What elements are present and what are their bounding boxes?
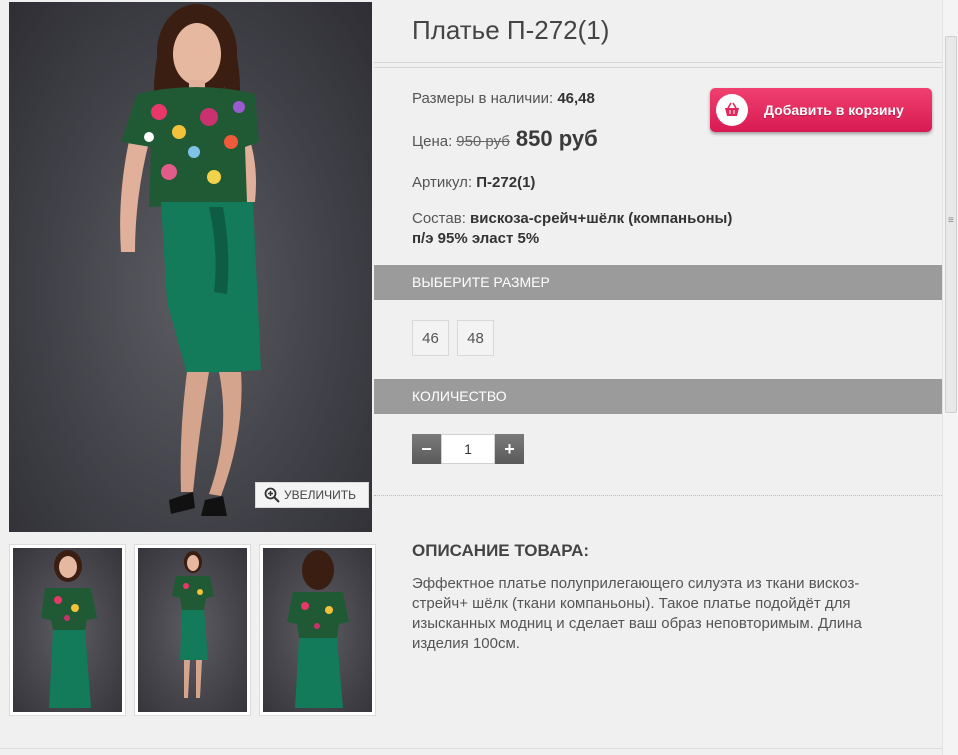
thumbnail-image: [287, 550, 349, 708]
description-text: Эффектное платье полуприлегающего силуэт…: [412, 575, 862, 652]
product-info: Платье П-272(1) Размеры в наличии: 46,48…: [374, 0, 942, 755]
old-price: 950 руб: [456, 133, 510, 150]
quantity-stepper: − +: [412, 434, 524, 464]
divider: [374, 62, 942, 63]
grip-icon: ≡: [948, 215, 954, 226]
quantity-header: КОЛИЧЕСТВО: [374, 379, 942, 414]
thumbnail-image: [41, 550, 97, 708]
thumbnail-2[interactable]: [134, 544, 251, 716]
price: Цена: 950 руб 850 руб: [412, 126, 598, 152]
sku-label: Артикул:: [412, 174, 473, 191]
composition-label: Состав:: [412, 210, 466, 227]
decrease-quantity-button[interactable]: −: [412, 434, 441, 464]
scrollbar[interactable]: ≡: [942, 0, 958, 755]
current-price: 850 руб: [515, 126, 598, 151]
thumbnail-image: [172, 551, 214, 698]
scrollbar-thumb[interactable]: ≡: [945, 36, 957, 413]
select-size-header: ВЫБЕРИТЕ РАЗМЕР: [374, 265, 942, 300]
price-label: Цена:: [412, 133, 453, 150]
magnifier-plus-icon: [264, 487, 280, 503]
description-title: ОПИСАНИЕ ТОВАРА:: [412, 541, 590, 560]
size-option-46[interactable]: 46: [412, 320, 449, 356]
main-product-photo[interactable]: УВЕЛИЧИТЬ: [9, 2, 372, 532]
model-photo: [120, 4, 261, 516]
thumbnail-strip: [9, 544, 376, 716]
available-sizes: Размеры в наличии: 46,48: [412, 90, 595, 107]
divider: [374, 495, 942, 496]
thumbnail-3[interactable]: [259, 544, 376, 716]
thumbnail-1[interactable]: [9, 544, 126, 716]
zoom-button[interactable]: УВЕЛИЧИТЬ: [255, 482, 369, 508]
add-to-cart-label: Добавить в корзину: [764, 102, 904, 118]
composition: Состав: вискоза-срейч+шёлк (компаньоны) …: [412, 209, 742, 249]
zoom-label: УВЕЛИЧИТЬ: [284, 488, 356, 502]
sku: Артикул: П-272(1): [412, 174, 535, 191]
sizes-label: Размеры в наличии:: [412, 90, 554, 107]
size-option-48[interactable]: 48: [457, 320, 494, 356]
sizes-value: 46,48: [557, 90, 595, 107]
basket-icon: [716, 94, 748, 126]
quantity-input[interactable]: [441, 434, 495, 464]
product-title: Платье П-272(1): [412, 15, 610, 45]
divider: [374, 67, 942, 68]
increase-quantity-button[interactable]: +: [495, 434, 524, 464]
add-to-cart-button[interactable]: Добавить в корзину: [710, 88, 932, 132]
sku-value: П-272(1): [476, 174, 536, 191]
divider: [0, 748, 942, 749]
